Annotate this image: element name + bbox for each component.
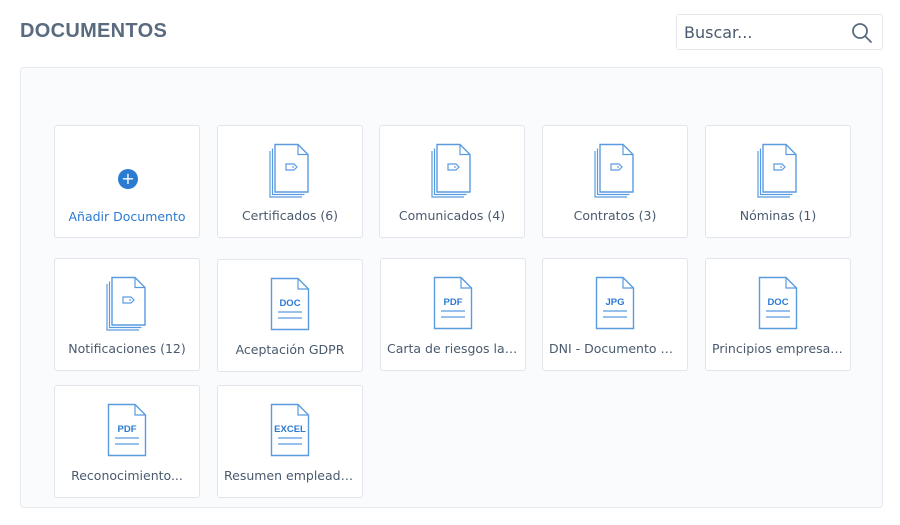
file-label: Reconocimiento... [71,468,183,483]
file-type-label: PDF [118,424,137,435]
search-input[interactable] [677,15,842,49]
file-card[interactable]: EXCEL Resumen empleados... [217,385,363,498]
file-card[interactable]: PDF Reconocimiento... [54,385,200,498]
folder-card-nominas[interactable]: Nóminas (1) [705,125,851,238]
file-card[interactable]: DOC Principios empresaria... [705,258,851,371]
folder-card-contratos[interactable]: Contratos (3) [542,125,688,238]
file-label: DNI - Documento Na... [549,341,681,356]
folder-stack-icon [106,276,146,331]
folder-stack-icon [757,143,797,198]
file-type-label: PDF [444,297,463,308]
file-type-label: DOC [279,298,300,309]
file-card[interactable]: PDF Carta de riesgos labo... [380,258,526,371]
file-label: Carta de riesgos labo... [387,341,519,356]
folder-stack-icon [269,143,309,198]
documents-panel: + Añadir Documento Certificados (6) Comu… [20,67,883,508]
search-box[interactable] [676,14,883,50]
folder-card-notificaciones[interactable]: Notificaciones (12) [54,258,200,371]
folder-card-certificados[interactable]: Certificados (6) [217,125,363,238]
file-label: Principios empresaria... [712,341,844,356]
jpg-file-icon: JPG [595,276,635,330]
search-icon[interactable] [851,22,873,44]
file-type-label: EXCEL [274,424,306,435]
folder-stack-icon [431,143,471,198]
folder-label: Comunicados (4) [398,208,506,223]
folder-card-comunicados[interactable]: Comunicados (4) [379,125,525,238]
folder-label: Notificaciones (12) [68,341,186,356]
doc-file-icon: DOC [758,276,798,330]
folder-label: Contratos (3) [573,208,657,223]
page-title: DOCUMENTOS [20,20,168,42]
pdf-file-icon: PDF [107,403,147,457]
file-card[interactable]: DOC Aceptación GDPR [217,259,363,372]
file-card[interactable]: JPG DNI - Documento Na... [542,258,688,371]
folder-label: Nóminas (1) [739,208,817,223]
add-document-card[interactable]: + Añadir Documento [54,125,200,238]
folder-stack-icon [594,143,634,198]
file-type-label: DOC [767,297,788,308]
pdf-file-icon: PDF [433,276,473,330]
file-type-label: JPG [605,297,624,308]
file-label: Aceptación GDPR [235,342,345,357]
file-label: Resumen empleados... [224,468,356,483]
folder-label: Certificados (6) [241,208,339,223]
add-document-label: Añadir Documento [68,209,186,224]
excel-file-icon: EXCEL [270,403,310,457]
doc-file-icon: DOC [270,277,310,331]
plus-icon: + [118,169,138,189]
